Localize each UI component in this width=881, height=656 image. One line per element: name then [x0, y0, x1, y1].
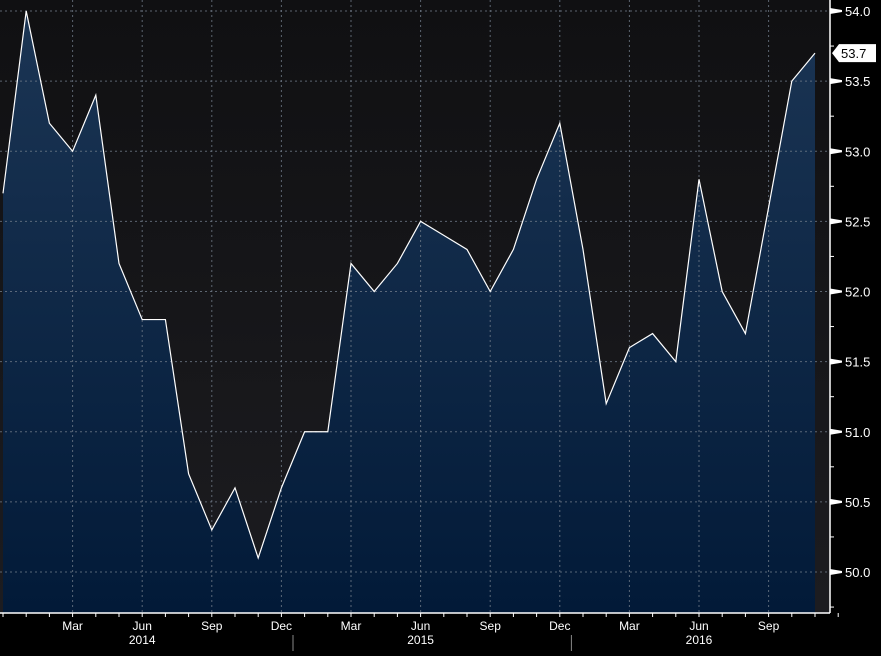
x-tick-label: Dec [271, 619, 292, 633]
x-tick-label: Sep [758, 619, 780, 633]
y-tick-label: 54.0 [845, 4, 870, 19]
y-tick-label: 52.5 [845, 214, 870, 229]
y-tick-label: 53.0 [845, 144, 870, 159]
y-tick-label: 51.0 [845, 425, 870, 440]
x-tick-label: Dec [549, 619, 570, 633]
y-tick-label: 50.5 [845, 495, 870, 510]
y-tick-label: 53.5 [845, 74, 870, 89]
year-label: 2015 [407, 633, 434, 647]
x-tick-label: Mar [619, 619, 640, 633]
y-tick-label: 50.0 [845, 565, 870, 580]
x-tick-label: Mar [341, 619, 362, 633]
x-tick-label: Jun [689, 619, 708, 633]
y-tick-label: 52.0 [845, 285, 870, 300]
x-tick-label: Mar [62, 619, 83, 633]
year-label: 2014 [129, 633, 156, 647]
x-tick-label: Jun [411, 619, 430, 633]
last-value-label: 53.7 [841, 46, 866, 61]
x-tick-label: Sep [480, 619, 502, 633]
x-tick-label: Jun [133, 619, 152, 633]
area-chart: 50.0 50.5 51.0 51.5 52.0 52.5 53.0 53.5 54.0 Mar J… [0, 0, 876, 651]
year-label: 2016 [686, 633, 713, 647]
y-tick-label: 51.5 [845, 355, 870, 370]
x-tick-label: Sep [201, 619, 223, 633]
